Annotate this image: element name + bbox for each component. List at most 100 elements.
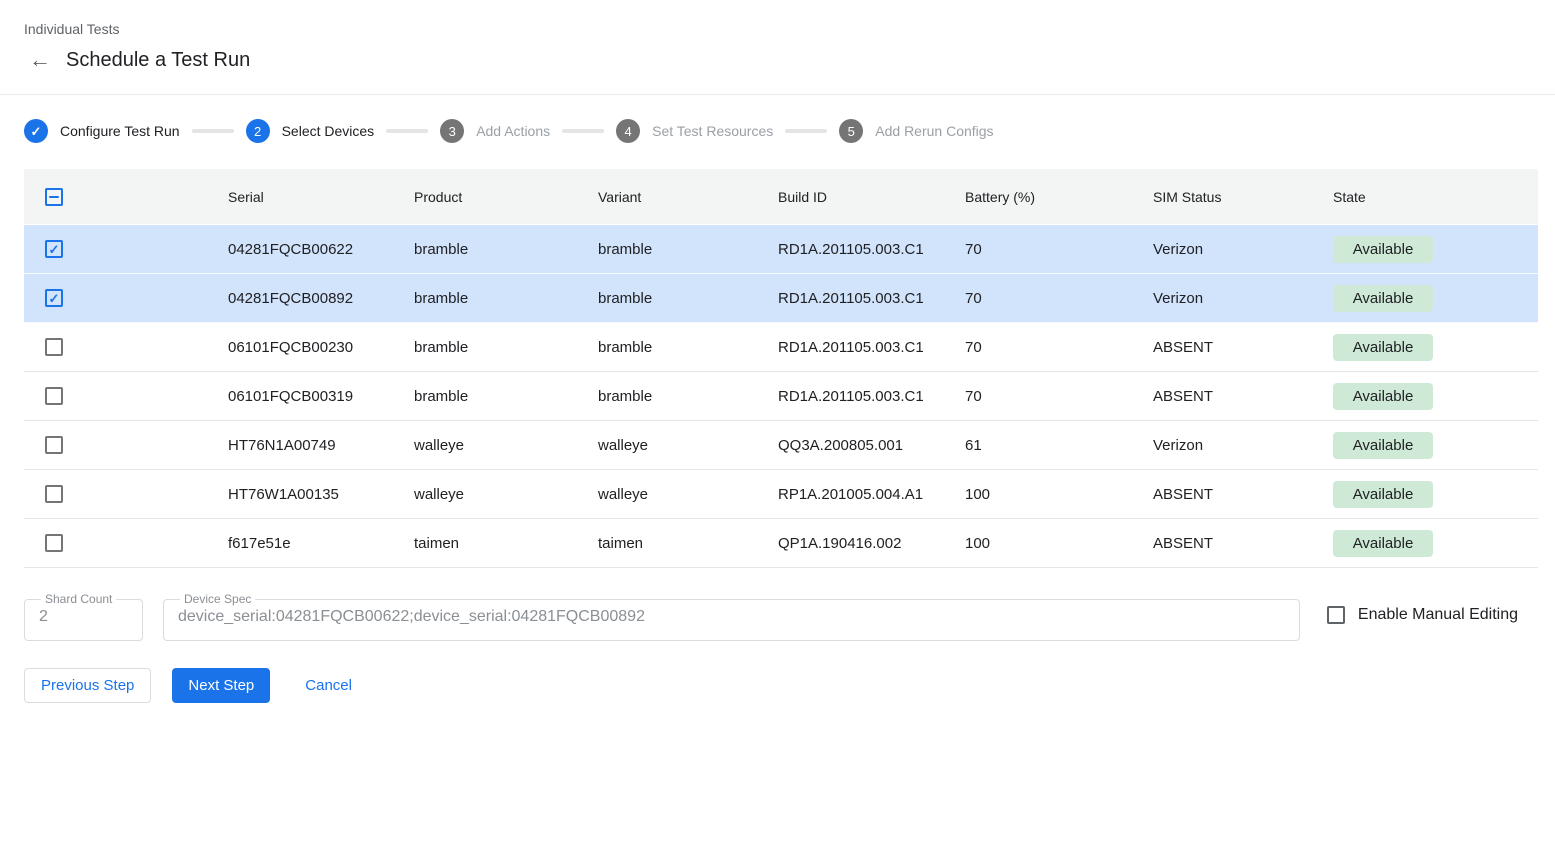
cell-battery: 100	[965, 486, 1153, 503]
step-configure-test-run[interactable]: ✓ Configure Test Run	[24, 119, 180, 143]
shard-count-input[interactable]	[37, 606, 130, 626]
shard-spec-form: Shard Count Device Spec Enable Manual Ed…	[24, 592, 1518, 641]
device-spec-field: Device Spec	[163, 592, 1300, 641]
indeterminate-icon	[49, 196, 59, 198]
cell-serial: f617e51e	[228, 535, 414, 552]
cell-battery: 61	[965, 437, 1153, 454]
stepper-connector	[562, 129, 604, 133]
shard-count-label: Shard Count	[41, 592, 116, 606]
next-step-button[interactable]: Next Step	[172, 668, 270, 703]
row-checkbox[interactable]	[45, 338, 63, 356]
state-badge: Available	[1333, 481, 1433, 508]
step-label: Set Test Resources	[652, 123, 773, 139]
table-row[interactable]: ✓ 04281FQCB00892 bramble bramble RD1A.20…	[24, 274, 1538, 323]
cell-sim-status: Verizon	[1153, 290, 1333, 307]
state-badge: Available	[1333, 432, 1433, 459]
cell-sim-status: ABSENT	[1153, 486, 1333, 503]
cell-serial: HT76N1A00749	[228, 437, 414, 454]
cell-sim-status: ABSENT	[1153, 339, 1333, 356]
row-checkbox[interactable]: ✓	[45, 289, 63, 307]
cell-battery: 70	[965, 388, 1153, 405]
cell-variant: walleye	[598, 437, 778, 454]
cell-serial: 04281FQCB00892	[228, 290, 414, 307]
table-row[interactable]: ✓ 04281FQCB00622 bramble bramble RD1A.20…	[24, 225, 1538, 274]
state-badge: Available	[1333, 530, 1433, 557]
device-spec-label: Device Spec	[180, 592, 255, 606]
step-number: 4	[616, 119, 640, 143]
row-checkbox[interactable]	[45, 534, 63, 552]
row-checkbox[interactable]: ✓	[45, 240, 63, 258]
cell-variant: bramble	[598, 339, 778, 356]
stepper: ✓ Configure Test Run 2 Select Devices 3 …	[0, 95, 1555, 169]
enable-manual-editing-toggle[interactable]: Enable Manual Editing	[1327, 606, 1518, 624]
table-row[interactable]: HT76N1A00749 walleye walleye QQ3A.200805…	[24, 421, 1538, 470]
cell-serial: HT76W1A00135	[228, 486, 414, 503]
shard-count-field: Shard Count	[24, 592, 143, 641]
cell-variant: bramble	[598, 290, 778, 307]
cell-battery: 70	[965, 290, 1153, 307]
cell-build-id: RD1A.201105.003.C1	[778, 339, 965, 356]
cell-battery: 100	[965, 535, 1153, 552]
select-all-checkbox[interactable]	[45, 188, 63, 206]
cell-sim-status: ABSENT	[1153, 535, 1333, 552]
step-select-devices[interactable]: 2 Select Devices	[246, 119, 375, 143]
step-label: Select Devices	[282, 123, 375, 139]
step-number: 3	[440, 119, 464, 143]
check-icon: ✓	[49, 243, 60, 256]
column-header-serial: Serial	[228, 189, 414, 205]
cell-sim-status: ABSENT	[1153, 388, 1333, 405]
cell-sim-status: Verizon	[1153, 437, 1333, 454]
cell-variant: taimen	[598, 535, 778, 552]
breadcrumb: Individual Tests	[24, 20, 1531, 38]
check-icon: ✓	[31, 125, 42, 138]
row-checkbox[interactable]	[45, 485, 63, 503]
enable-manual-editing-label: Enable Manual Editing	[1358, 606, 1518, 624]
cell-product: bramble	[414, 388, 598, 405]
step-number: 2	[246, 119, 270, 143]
cell-serial: 06101FQCB00230	[228, 339, 414, 356]
back-arrow-icon[interactable]: ←	[28, 48, 52, 72]
cell-serial: 06101FQCB00319	[228, 388, 414, 405]
check-icon: ✓	[49, 292, 60, 305]
step-label: Configure Test Run	[60, 123, 180, 139]
cancel-button[interactable]: Cancel	[289, 668, 368, 703]
row-checkbox[interactable]	[45, 387, 63, 405]
cell-build-id: QQ3A.200805.001	[778, 437, 965, 454]
table-row[interactable]: 06101FQCB00319 bramble bramble RD1A.2011…	[24, 372, 1538, 421]
enable-manual-editing-checkbox[interactable]	[1327, 606, 1345, 624]
previous-step-button[interactable]: Previous Step	[24, 668, 151, 703]
step-add-rerun-configs[interactable]: 5 Add Rerun Configs	[839, 119, 993, 143]
cell-product: bramble	[414, 241, 598, 258]
step-label: Add Actions	[476, 123, 550, 139]
step-set-test-resources[interactable]: 4 Set Test Resources	[616, 119, 773, 143]
cell-product: bramble	[414, 290, 598, 307]
cell-battery: 70	[965, 339, 1153, 356]
cell-build-id: RP1A.201005.004.A1	[778, 486, 965, 503]
device-table: Serial Product Variant Build ID Battery …	[24, 169, 1538, 568]
device-spec-input[interactable]	[176, 606, 1287, 626]
cell-build-id: QP1A.190416.002	[778, 535, 965, 552]
table-row[interactable]: 06101FQCB00230 bramble bramble RD1A.2011…	[24, 323, 1538, 372]
table-row[interactable]: HT76W1A00135 walleye walleye RP1A.201005…	[24, 470, 1538, 519]
cell-variant: bramble	[598, 241, 778, 258]
column-header-battery: Battery (%)	[965, 189, 1153, 205]
table-header-row: Serial Product Variant Build ID Battery …	[24, 169, 1538, 225]
table-row[interactable]: f617e51e taimen taimen QP1A.190416.002 1…	[24, 519, 1538, 568]
cell-variant: walleye	[598, 486, 778, 503]
state-badge: Available	[1333, 334, 1433, 361]
cell-build-id: RD1A.201105.003.C1	[778, 241, 965, 258]
step-label: Add Rerun Configs	[875, 123, 993, 139]
step-number: 5	[839, 119, 863, 143]
column-header-product: Product	[414, 189, 598, 205]
cell-sim-status: Verizon	[1153, 241, 1333, 258]
cell-serial: 04281FQCB00622	[228, 241, 414, 258]
action-bar: Previous Step Next Step Cancel	[24, 668, 1531, 703]
step-completed-circle: ✓	[24, 119, 48, 143]
cell-variant: bramble	[598, 388, 778, 405]
stepper-connector	[386, 129, 428, 133]
cell-build-id: RD1A.201105.003.C1	[778, 290, 965, 307]
column-header-build-id: Build ID	[778, 189, 965, 205]
state-badge: Available	[1333, 236, 1433, 263]
step-add-actions[interactable]: 3 Add Actions	[440, 119, 550, 143]
row-checkbox[interactable]	[45, 436, 63, 454]
